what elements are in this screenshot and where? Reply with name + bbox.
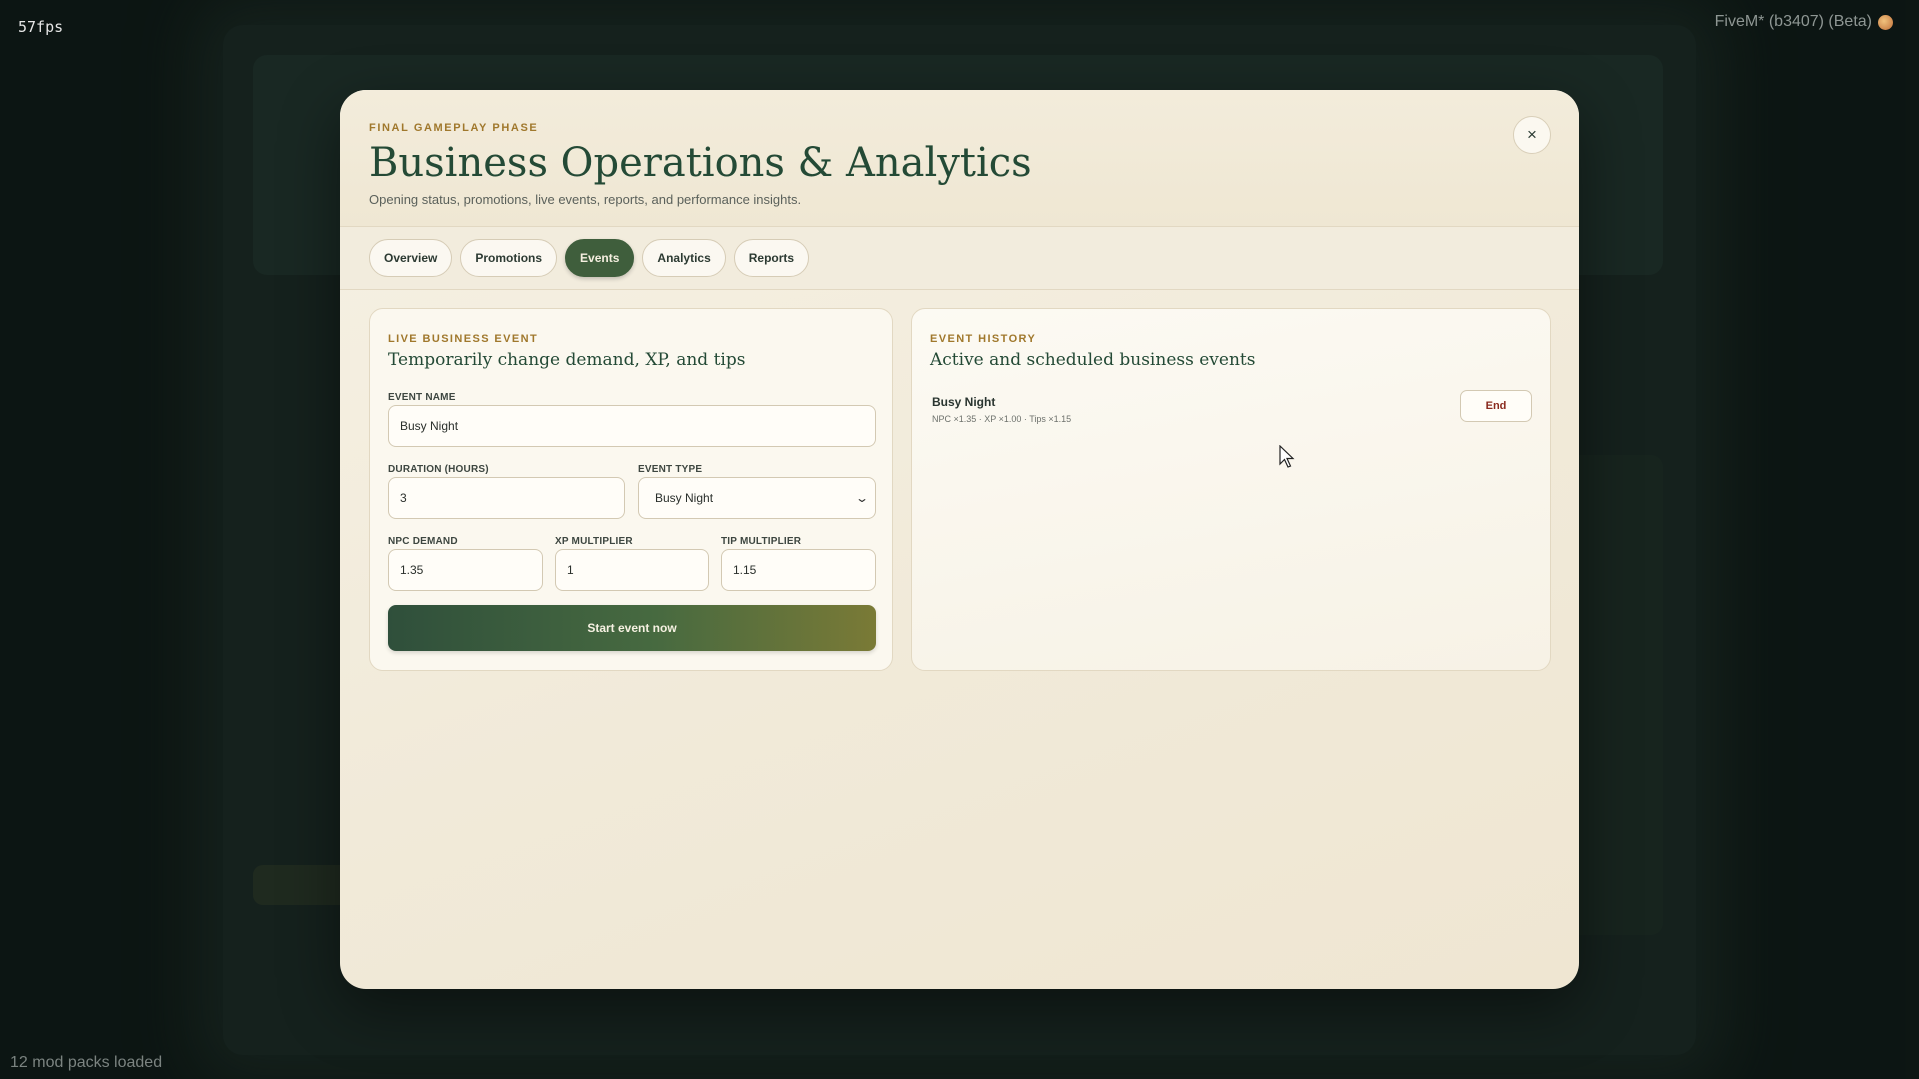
modal-header: FINAL GAMEPLAY PHASE Business Operations… [340,90,1579,227]
event-item-name: Busy Night [932,395,996,409]
tab-analytics[interactable]: Analytics [642,239,726,277]
close-icon: × [1527,125,1537,144]
tab-overview[interactable]: Overview [369,239,453,277]
xp-multiplier-input[interactable] [555,549,709,591]
tip-multiplier-input[interactable] [721,549,876,591]
page-subtitle: Opening status, promotions, live events,… [369,192,802,207]
event-type-value: Busy Night [655,491,714,505]
client-version-text: FiveM* (b3407) (Beta) [1714,13,1872,30]
end-event-button[interactable]: End [1460,390,1532,422]
event-history-card: EVENT HISTORY Active and scheduled busin… [911,308,1551,671]
chevron-down-icon: ⌄ [854,491,870,505]
tab-bar: Overview Promotions Events Analytics Rep… [340,227,1579,290]
live-event-title: Temporarily change demand, XP, and tips [388,350,746,370]
client-version-label: FiveM* (b3407) (Beta) [1715,13,1893,31]
event-type-select[interactable]: Busy Night ⌄ [638,477,876,519]
tab-events[interactable]: Events [565,239,635,277]
npc-demand-label: NPC DEMAND [388,536,458,547]
xp-multiplier-label: XP MULTIPLIER [555,536,633,547]
mod-packs-status: 12 mod packs loaded [10,1054,163,1071]
live-event-card: LIVE BUSINESS EVENT Temporarily change d… [369,308,893,671]
tip-multiplier-label: TIP MULTIPLIER [721,536,802,547]
event-history-title: Active and scheduled business events [930,350,1256,370]
duration-label: DURATION (HOURS) [388,464,489,475]
event-item-multipliers: NPC ×1.35 · XP ×1.00 · Tips ×1.15 [932,414,1072,424]
phase-label: FINAL GAMEPLAY PHASE [369,122,539,134]
page-title: Business Operations & Analytics [369,140,1032,186]
live-event-eyebrow: LIVE BUSINESS EVENT [388,333,539,345]
fivem-logo-icon [1878,14,1893,30]
fps-counter: 57fps [18,18,64,36]
mouse-cursor-icon [1279,445,1295,468]
start-event-button[interactable]: Start event now [388,605,876,651]
event-name-label: EVENT NAME [388,392,456,403]
close-button[interactable]: × [1513,116,1551,154]
event-type-label: EVENT TYPE [638,464,703,475]
list-item: Busy Night NPC ×1.35 · XP ×1.00 · Tips ×… [930,390,1532,431]
business-operations-modal: FINAL GAMEPLAY PHASE Business Operations… [340,90,1579,989]
event-name-input[interactable] [388,405,876,447]
npc-demand-input[interactable] [388,549,543,591]
duration-input[interactable] [388,477,625,519]
tab-reports[interactable]: Reports [733,239,810,277]
tab-promotions[interactable]: Promotions [460,239,558,277]
event-history-eyebrow: EVENT HISTORY [930,333,1037,345]
